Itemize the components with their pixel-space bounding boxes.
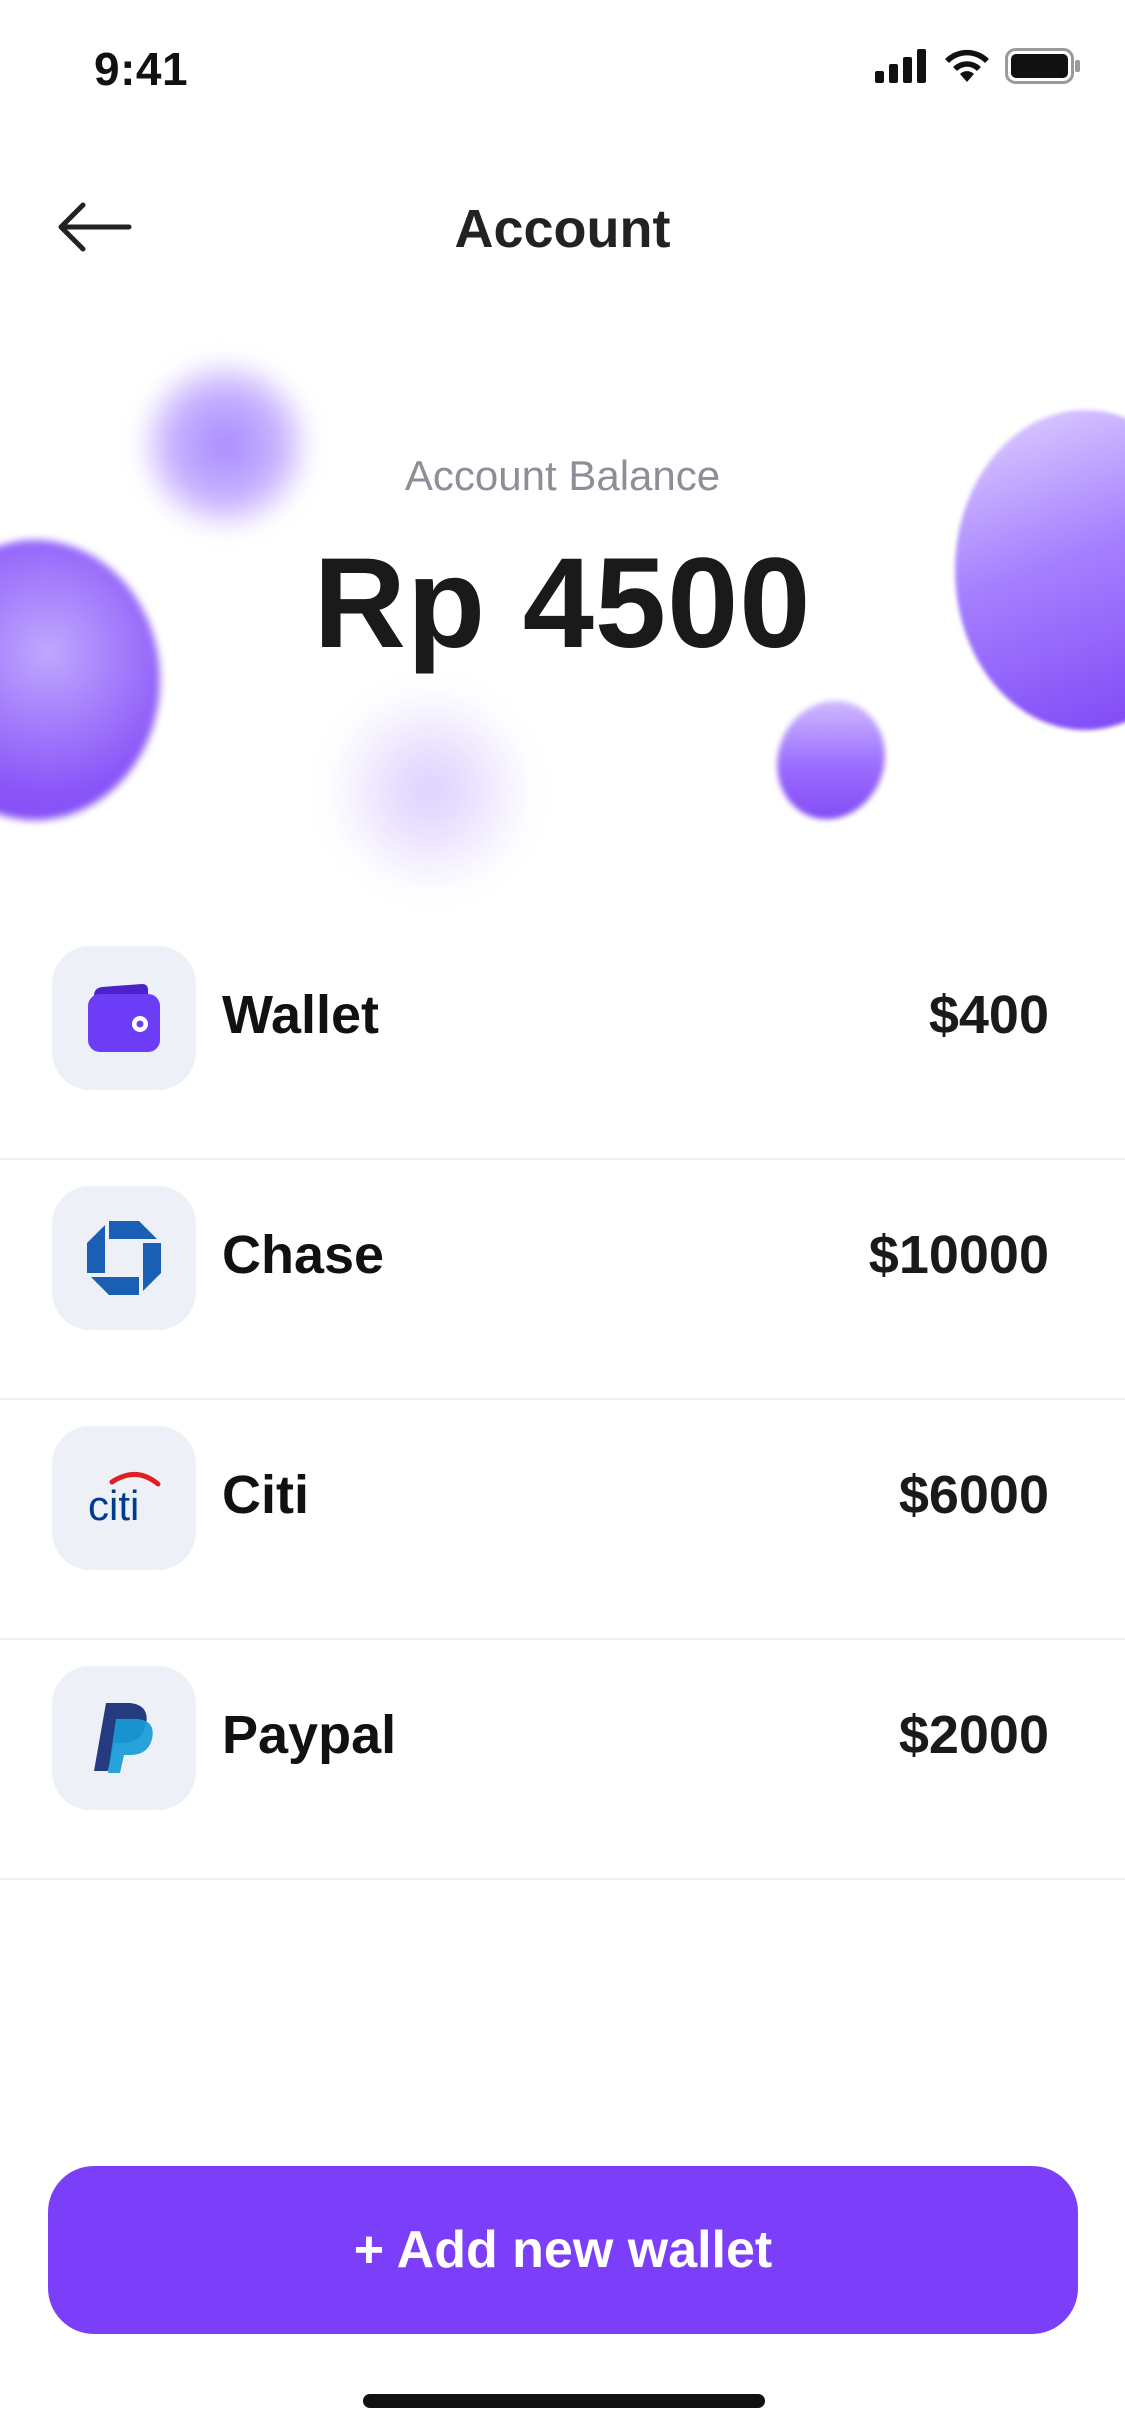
account-row-chase[interactable]: Chase $10000	[0, 1160, 1125, 1400]
balance-hero: Account Balance Rp 4500	[0, 330, 1125, 930]
status-time: 9:41	[94, 43, 189, 95]
account-row-citi[interactable]: citi Citi $6000	[0, 1400, 1125, 1640]
paypal-logo-icon	[52, 1666, 196, 1810]
account-amount: $400	[928, 985, 1049, 1045]
account-list: Wallet $400 Chase $10000 citi Citi $6000…	[0, 920, 1125, 1880]
chase-logo-icon	[52, 1186, 196, 1330]
home-indicator	[363, 2394, 765, 2408]
account-name: Wallet	[222, 985, 380, 1045]
citi-logo-icon: citi	[52, 1426, 196, 1570]
account-row-wallet[interactable]: Wallet $400	[0, 920, 1125, 1160]
account-amount: $2000	[898, 1705, 1049, 1765]
cellular-signal-icon	[875, 49, 929, 88]
wifi-icon	[943, 48, 991, 89]
decorative-orb	[140, 360, 310, 530]
account-amount: $10000	[868, 1225, 1049, 1285]
decorative-orb	[330, 690, 530, 890]
account-screen: 9:41 Account Account Balance Rp 4500 Wal…	[0, 0, 1125, 2436]
citi-logo-text: citi	[88, 1482, 139, 1528]
decorative-orb	[760, 685, 902, 835]
balance-amount: Rp 4500	[313, 532, 812, 675]
page-title: Account	[454, 199, 671, 259]
add-new-wallet-button[interactable]: + Add new wallet	[48, 2166, 1078, 2334]
wallet-icon	[52, 946, 196, 1090]
account-name: Chase	[222, 1225, 385, 1285]
account-row-paypal[interactable]: Paypal $2000	[0, 1640, 1125, 1880]
battery-icon	[1005, 48, 1081, 89]
account-name: Paypal	[222, 1705, 397, 1765]
status-icons	[875, 48, 1081, 89]
balance-label: Account Balance	[404, 452, 721, 499]
nav-bar: Account	[0, 170, 1125, 290]
account-name: Citi	[222, 1465, 309, 1525]
status-bar: 9:41	[0, 0, 1125, 140]
account-amount: $6000	[898, 1465, 1049, 1525]
